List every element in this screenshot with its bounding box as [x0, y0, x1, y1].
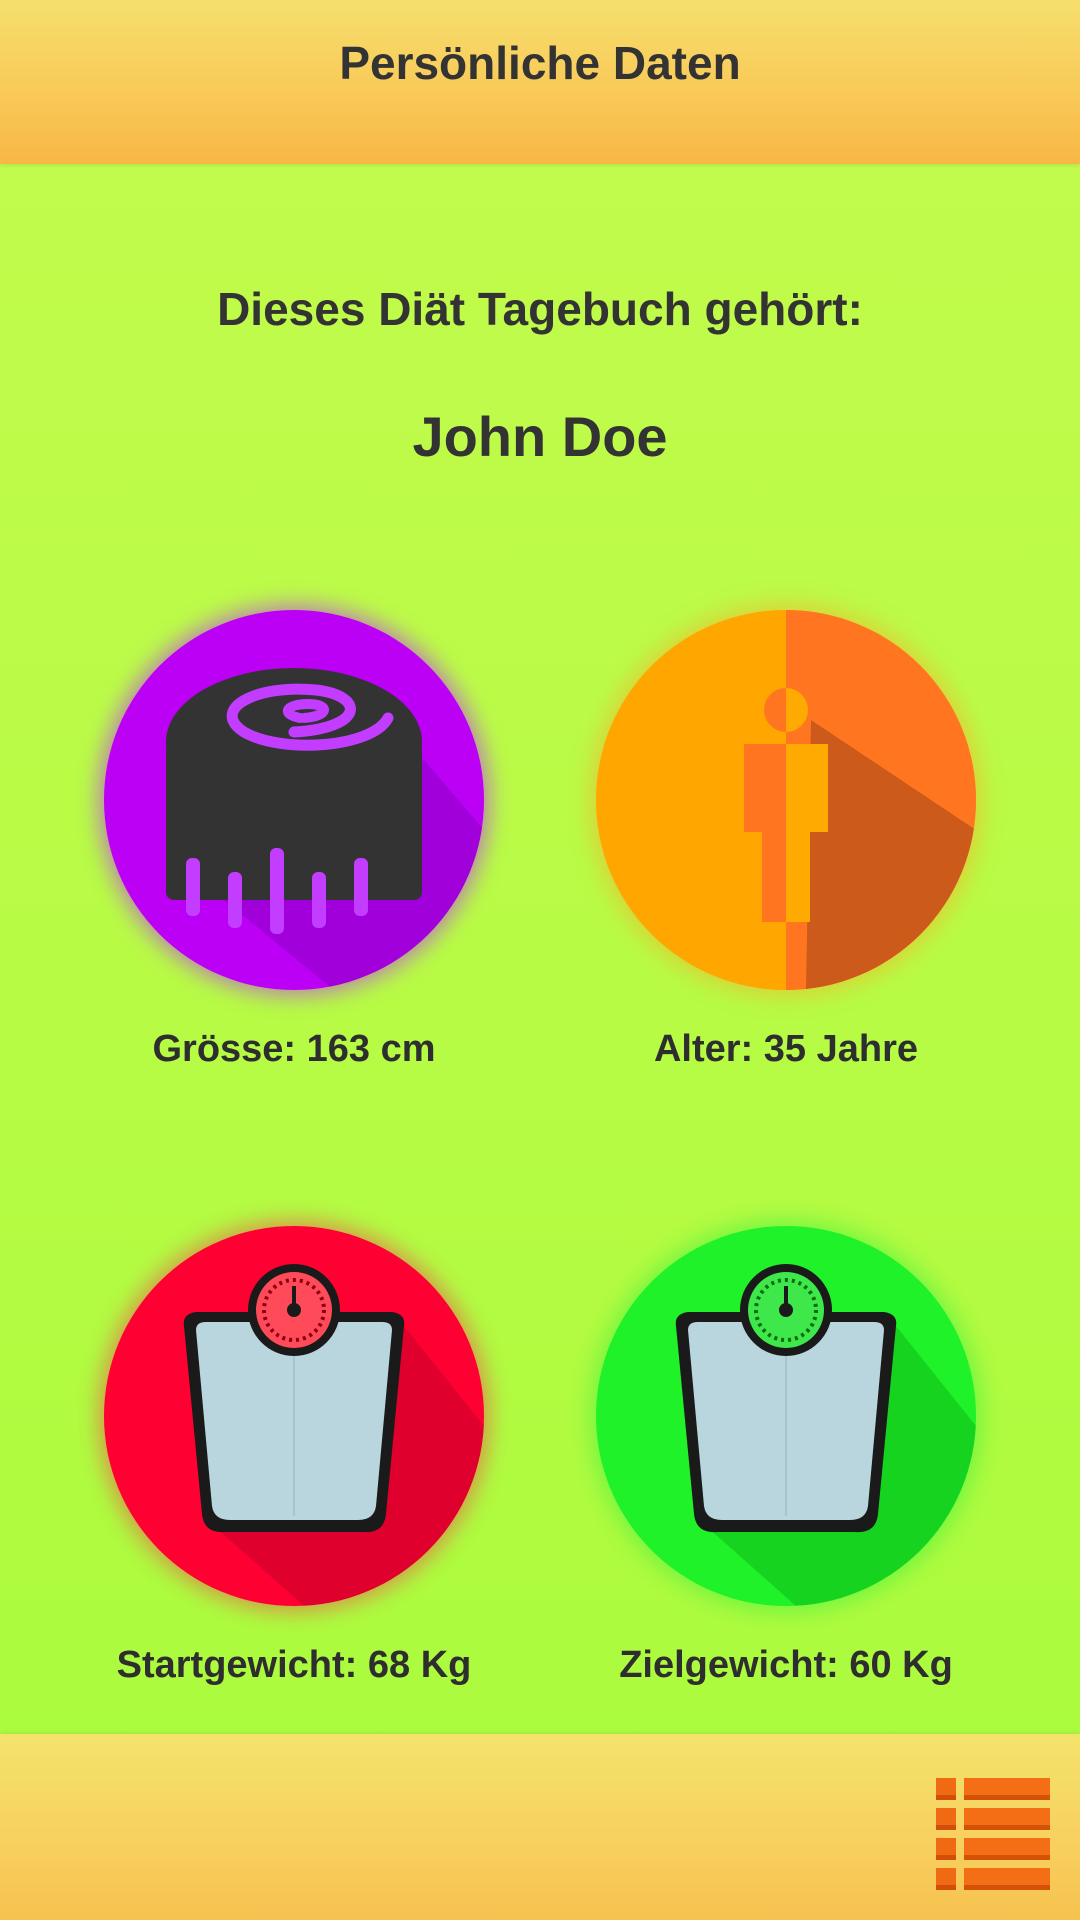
list-menu-icon[interactable]	[936, 1778, 1052, 1892]
scale-icon[interactable]	[596, 1226, 976, 1606]
target-weight-label: Zielgewicht: 60 Kg	[619, 1644, 953, 1686]
height-label: Grösse: 163 cm	[152, 1028, 436, 1070]
target-weight-tile[interactable]: Zielgewicht: 60 Kg	[546, 1226, 1026, 1687]
age-label: Alter: 35 Jahre	[653, 1028, 918, 1070]
height-tile[interactable]: Grösse: 163 cm	[54, 610, 534, 1071]
scale-icon[interactable]	[104, 1226, 484, 1606]
start-weight-label: Startgewicht: 68 Kg	[116, 1644, 472, 1686]
owner-name: John Doe	[412, 405, 668, 468]
age-tile[interactable]: Alter: 35 Jahre	[546, 610, 1026, 1071]
app-header: Persönliche Daten	[0, 0, 1080, 164]
start-weight-tile[interactable]: Startgewicht: 68 Kg	[54, 1226, 534, 1687]
bottom-bar	[0, 1734, 1080, 1920]
measuring-tape-icon[interactable]	[104, 610, 484, 990]
owner-label: Dieses Diät Tagebuch gehört:	[217, 283, 863, 335]
person-icon[interactable]	[596, 610, 976, 990]
page-title: Persönliche Daten	[339, 37, 741, 89]
